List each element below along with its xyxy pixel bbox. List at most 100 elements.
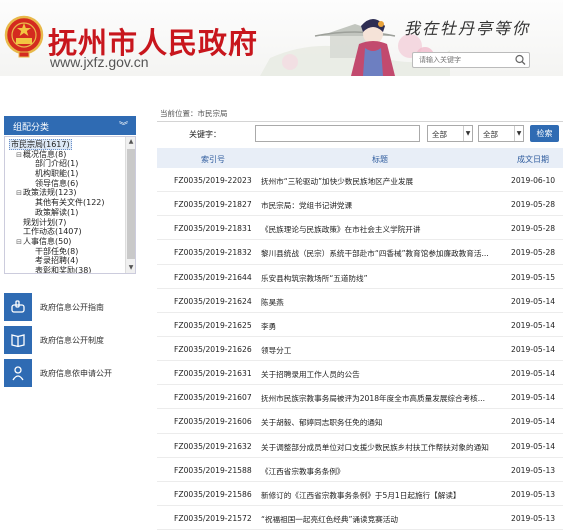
tree-item-label: 干部任免(8) [35, 246, 79, 256]
table-row: FZ0035/2019-21586 新修订的《江西省宗教事务条例》于5月1日起施行… [157, 482, 563, 506]
header-search-input[interactable] [413, 53, 509, 67]
table-row: FZ0035/2019-21606 关于胡毅、郁婷同志职务任免的通知 2019-05… [157, 409, 563, 434]
category-header-label: 组配分类 [13, 123, 50, 133]
tree-item[interactable]: 规划计划(7) [9, 218, 121, 228]
tree-item-label: 表彰和奖励(38) [35, 265, 92, 274]
side-link-apply[interactable]: 政府信息依申请公开 [4, 359, 144, 387]
document-list: FZ0035/2019-22023 抚州市“三轮驱动”加快少数民族地区产业发展 20… [157, 168, 563, 530]
row-index: FZ0035/2019-21586 [174, 489, 252, 499]
table-row: FZ0035/2019-21632 关于调整部分成员单位对口支援少数民族乡村扶工作… [157, 434, 563, 458]
tree-item-label: 政策解读(1) [35, 207, 79, 217]
search-bar: 关键字： 全部 ▼ 全部 ▼ 检索 [157, 123, 563, 145]
row-title-link[interactable]: 抚州市民族宗教事务局被评为2018年度全市高质量发展综合考核... [261, 393, 503, 404]
tree-item-label: 规划计划(7) [23, 217, 67, 227]
row-date: 2019-05-28 [511, 248, 556, 258]
row-index: FZ0035/2019-21631 [174, 369, 252, 379]
keyword-input[interactable] [255, 125, 420, 142]
row-date: 2019-06-10 [511, 176, 556, 185]
table-row: FZ0035/2019-21625 李勇 2019-05-14 [157, 313, 563, 337]
row-title-link[interactable]: 陈昊燕 [261, 297, 503, 308]
row-date: 2019-05-14 [511, 344, 556, 354]
tree-item-label: 部门介绍(1) [35, 159, 79, 169]
select-value: 全部 [483, 130, 498, 139]
row-title-link[interactable]: 市民宗局：党组书记讲党课 [261, 200, 503, 211]
book-icon [4, 326, 32, 354]
filter-select-2[interactable]: 全部 ▼ [478, 125, 524, 142]
tree-item[interactable]: 机构职能(1) [9, 169, 121, 179]
site-header: 抚州市人民政府 www.jxfz.gov.cn 我在牡丹亭等你 [0, 0, 563, 76]
row-title-link[interactable]: 乐安县构筑宗教场所“五道防线” [261, 273, 503, 284]
scroll-down-arrow-icon[interactable]: ▼ [127, 264, 135, 272]
tree-item[interactable]: ⊟概况信息(8) [9, 150, 121, 160]
tree-item[interactable]: 干部任免(8) [9, 247, 121, 257]
tree-item[interactable]: 市民宗局(1617) [9, 139, 121, 150]
tree-item[interactable]: 领导信息(6) [9, 179, 121, 189]
chevron-down-icon[interactable]: ︾ [119, 119, 128, 132]
tree-item-label: 工作动态(1407) [23, 227, 82, 237]
row-date: 2019-05-14 [511, 441, 556, 451]
row-title-link[interactable]: 抚州市“三轮驱动”加快少数民族地区产业发展 [261, 176, 503, 187]
row-title-link[interactable]: 关于胡毅、郁婷同志职务任免的通知 [261, 417, 503, 428]
category-panel-header[interactable]: 组配分类 ︾ [4, 116, 136, 135]
row-date: 2019-05-14 [511, 417, 556, 427]
tree-item[interactable]: ⊟人事信息(50) [9, 237, 121, 247]
tree-item[interactable]: 政策解读(1) [9, 208, 121, 218]
row-date: 2019-05-13 [511, 513, 556, 523]
row-title-link[interactable]: 领导分工 [261, 345, 503, 356]
tree-item-label: 考录招聘(4) [35, 256, 79, 266]
tree-item[interactable]: ⊟政策法规(123) [9, 188, 121, 198]
row-index: FZ0035/2019-21644 [174, 272, 252, 282]
table-row: FZ0035/2019-21831 《民族理论与民族政策》在市社会主义学院开讲 20… [157, 216, 563, 241]
tree-scrollbar[interactable]: ▲ ▼ [125, 137, 135, 273]
row-title-link[interactable]: 关于招聘录用工作人员的公告 [261, 369, 503, 380]
side-link-guide[interactable]: 政府信息公开指南 [4, 293, 144, 321]
column-header-title: 标题 [372, 155, 388, 164]
tree-item[interactable]: 表彰和奖励(38) [9, 265, 121, 274]
site-url: www.jxfz.gov.cn [50, 54, 149, 70]
row-date: 2019-05-13 [511, 489, 556, 499]
row-index: FZ0035/2019-21832 [174, 248, 252, 258]
tree-item[interactable]: 其他有关文件(122) [9, 198, 121, 208]
side-link-system[interactable]: 政府信息公开制度 [4, 326, 144, 354]
tree-item[interactable]: 考录招聘(4) [9, 256, 121, 266]
filter-select-1[interactable]: 全部 ▼ [427, 125, 473, 142]
select-value: 全部 [432, 130, 447, 139]
table-row: FZ0035/2019-21588 《江西省宗教事务条例》 2019-05-13 [157, 458, 563, 482]
column-header-index: 索引号 [201, 155, 225, 164]
divider [157, 121, 563, 122]
row-title-link[interactable]: 关于调整部分成员单位对口支援少数民族乡村扶工作帮扶对象的通知 [261, 442, 503, 453]
table-row: FZ0035/2019-21626 领导分工 2019-05-14 [157, 337, 563, 362]
national-emblem-icon [4, 15, 44, 58]
row-date: 2019-05-28 [511, 224, 556, 234]
breadcrumb: 当前位置：市民宗局 [160, 109, 228, 118]
site-slogan: 我在牡丹亭等你 [404, 19, 531, 38]
search-icon[interactable] [514, 54, 527, 66]
search-button[interactable]: 检索 [530, 125, 559, 142]
scroll-up-arrow-icon[interactable]: ▲ [127, 138, 135, 146]
row-date: 2019-05-28 [511, 200, 556, 210]
header-search-box [412, 52, 530, 68]
tree-item-label: 其他有关文件(122) [35, 198, 105, 208]
table-header: 索引号 标题 成文日期 [157, 148, 563, 168]
tree-item[interactable]: 工作动态(1407) [9, 227, 121, 237]
table-row: FZ0035/2019-21572 “祝福祖国一起亮红色经典”诵读竞赛活动 2019… [157, 506, 563, 530]
tree-item-label: 机构职能(1) [35, 169, 79, 179]
tree-item-label: 概况信息(8) [23, 149, 67, 159]
row-title-link[interactable]: 《江西省宗教事务条例》 [261, 466, 503, 477]
row-title-link[interactable]: 李勇 [261, 321, 503, 332]
row-index: FZ0035/2019-21831 [174, 224, 252, 234]
row-title-link[interactable]: “祝福祖国一起亮红色经典”诵读竞赛活动 [261, 514, 503, 525]
table-row: FZ0035/2019-21644 乐安县构筑宗教场所“五道防线” 2019-05-… [157, 265, 563, 289]
row-title-link[interactable]: 新修订的《江西省宗教事务条例》于5月1日起施行【解读】 [261, 490, 503, 501]
table-row: FZ0035/2019-22023 抚州市“三轮驱动”加快少数民族地区产业发展 20… [157, 168, 563, 193]
tree-item[interactable]: 部门介绍(1) [9, 159, 121, 169]
row-index: FZ0035/2019-22023 [174, 176, 252, 185]
scroll-thumb[interactable] [127, 149, 135, 259]
row-date: 2019-05-15 [511, 272, 556, 282]
chevron-down-icon: ▼ [463, 126, 472, 141]
row-title-link[interactable]: 《民族理论与民族政策》在市社会主义学院开讲 [261, 224, 503, 235]
table-row: FZ0035/2019-21607 抚州市民族宗教事务局被评为2018年度全市高质… [157, 385, 563, 410]
row-title-link[interactable]: 黎川县统战（民宗）系统干部赴市“四香械”教育馆参加廉政教育活... [261, 248, 503, 259]
tree-item-label: 人事信息(50) [23, 236, 72, 246]
row-index: FZ0035/2019-21632 [174, 441, 252, 451]
